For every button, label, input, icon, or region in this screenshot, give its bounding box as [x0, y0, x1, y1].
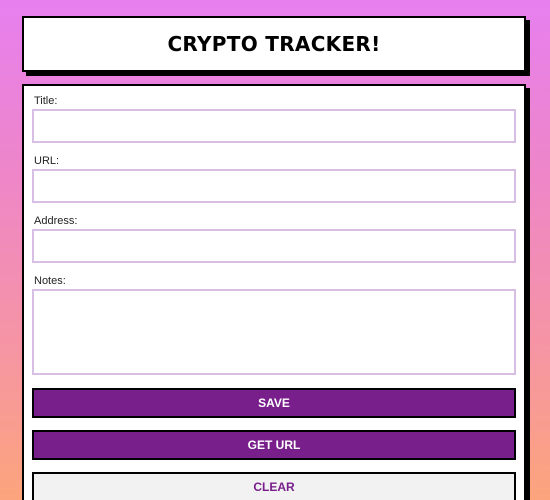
get-url-button[interactable]: GET URL — [32, 430, 516, 460]
title-input[interactable] — [32, 109, 516, 143]
url-label: URL: — [34, 155, 60, 167]
notes-label: Notes: — [34, 275, 66, 287]
url-input[interactable] — [32, 169, 516, 203]
url-field-group: URL: — [32, 156, 516, 203]
app-header: CRYPTO TRACKER! — [22, 16, 526, 72]
title-field-group: Title: — [32, 96, 516, 143]
notes-textarea[interactable] — [32, 289, 516, 375]
address-input[interactable] — [32, 229, 516, 263]
tracker-form: Title: URL: Address: Notes: SAVE GET URL… — [22, 84, 526, 500]
save-button[interactable]: SAVE — [32, 388, 516, 418]
page-title: CRYPTO TRACKER! — [167, 32, 381, 56]
clear-button[interactable]: CLEAR — [32, 472, 516, 500]
title-label: Title: — [34, 95, 58, 107]
notes-field-group: Notes: — [32, 276, 516, 375]
address-field-group: Address: — [32, 216, 516, 263]
address-label: Address: — [34, 215, 78, 227]
